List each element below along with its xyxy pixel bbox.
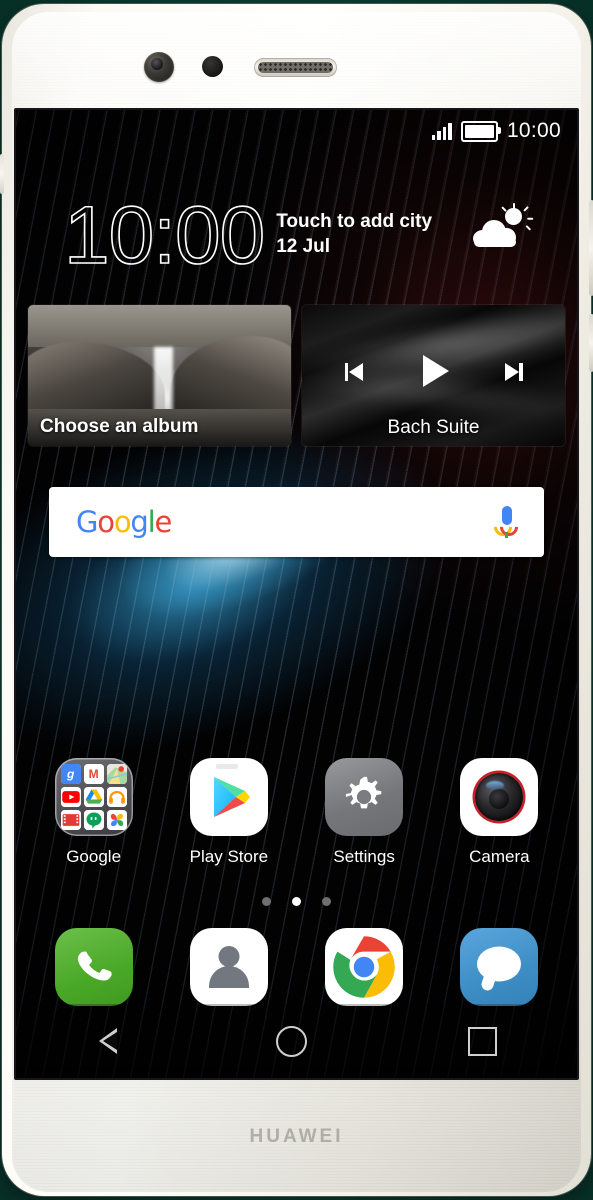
clock-time: 10:00 — [63, 190, 266, 281]
play-button[interactable] — [416, 353, 452, 389]
google-logo-letter: g — [130, 505, 148, 539]
play-store-icon[interactable] — [189, 758, 268, 836]
previous-track-button[interactable] — [342, 356, 372, 386]
photo-widget-label: Choose an album — [40, 416, 199, 437]
google-logo-letter: e — [154, 505, 172, 539]
music-track-title: Bach Suite — [387, 417, 480, 438]
earpiece-speaker — [254, 58, 337, 77]
dock-messaging[interactable]: Messaging — [432, 928, 567, 1006]
signal-bars-icon — [431, 122, 452, 140]
speaker-mesh — [258, 62, 333, 73]
google-logo-letter: o — [113, 505, 132, 539]
app-label-google: Google — [66, 847, 122, 866]
camera-lens-icon[interactable] — [460, 758, 539, 836]
music-controls — [302, 353, 565, 389]
contacts-person-icon[interactable] — [189, 928, 268, 1006]
message-bubble-icon[interactable] — [460, 928, 539, 1006]
folder-app-youtube[interactable] — [60, 787, 81, 807]
folder-app-play-movies[interactable] — [60, 810, 81, 830]
google-logo-letter: G — [76, 505, 98, 539]
app-play-store[interactable]: Play Store — [161, 758, 296, 867]
microphone-icon[interactable] — [490, 506, 522, 540]
recents-square-icon — [467, 1026, 497, 1056]
settings-gear-icon[interactable] — [325, 758, 404, 836]
clock-meta[interactable]: Touch to add city 12 Jul — [276, 209, 432, 263]
phone-screen: 10:00 10:00 Touch to add city 12 Jul Cho… — [16, 110, 577, 1078]
sim-tray — [0, 154, 4, 194]
folder-app-google-search[interactable]: g — [60, 764, 81, 784]
clock-date: 12 Jul — [276, 236, 331, 257]
widget-row: Choose an album Bach Suite — [28, 305, 565, 446]
folder-app-photos[interactable] — [106, 810, 127, 830]
page-dot-3[interactable] — [322, 897, 331, 906]
clock-widget[interactable]: 10:00 Touch to add city 12 Jul — [63, 190, 557, 282]
navigation-bar — [16, 1004, 577, 1078]
folder-app-play-music[interactable] — [106, 787, 127, 807]
app-label-camera: Camera — [469, 847, 530, 866]
folder-preview-grid: gM — [60, 764, 127, 830]
status-bar-time: 10:00 — [506, 119, 561, 142]
chrome-icon[interactable] — [325, 928, 404, 1006]
dock-phone[interactable]: Phone — [26, 928, 161, 1006]
back-button[interactable] — [71, 1018, 141, 1064]
google-logo-letter: o — [97, 505, 115, 539]
status-bar[interactable]: 10:00 — [16, 110, 577, 152]
page-indicator[interactable] — [16, 897, 577, 906]
google-logo: Google — [76, 505, 172, 539]
app-label-settings: Settings — [333, 847, 395, 866]
folder-app-drive[interactable] — [83, 787, 104, 807]
dock: Phone Contacts — [26, 928, 567, 1006]
music-player-widget[interactable]: Bach Suite — [302, 305, 565, 446]
google-search-bar[interactable]: Google — [49, 487, 544, 557]
volume-button[interactable] — [589, 200, 593, 296]
brand-logo: HUAWEI — [249, 1126, 344, 1147]
back-triangle-icon — [97, 1028, 117, 1054]
app-settings[interactable]: Settings — [297, 758, 432, 867]
app-camera[interactable]: Camera — [432, 758, 567, 867]
home-button[interactable] — [250, 1016, 333, 1067]
proximity-sensor — [202, 56, 223, 77]
folder-app-hangouts[interactable] — [83, 810, 104, 830]
folder-app-gmail[interactable]: M — [83, 764, 104, 784]
next-track-button[interactable] — [496, 356, 526, 386]
city-prompt[interactable]: Touch to add city — [276, 209, 432, 234]
app-google-folder[interactable]: gM Google — [26, 758, 161, 867]
dock-chrome[interactable]: Chrome — [297, 928, 432, 1006]
screenshot-stage: HUAWEI 10:00 10:00 Touch to add city 12 … — [0, 0, 593, 1200]
app-grid: gM Google Play Store Settings Camera — [26, 758, 567, 867]
power-button[interactable] — [589, 314, 593, 372]
partly-cloudy-icon — [471, 203, 533, 256]
battery-full-icon — [460, 120, 501, 142]
dock-contacts[interactable]: Contacts — [161, 928, 296, 1006]
folder-app-maps[interactable] — [106, 764, 127, 784]
photo-album-widget[interactable]: Choose an album — [28, 305, 291, 446]
phone-handset-icon[interactable] — [54, 928, 133, 1006]
home-circle-icon — [275, 1025, 307, 1057]
google-folder-icon[interactable]: gM — [54, 758, 133, 836]
page-dot-2[interactable] — [292, 897, 301, 906]
page-dot-1[interactable] — [262, 897, 271, 906]
front-camera — [144, 52, 174, 82]
app-label-play-store: Play Store — [189, 847, 269, 866]
recents-button[interactable] — [442, 1017, 523, 1066]
